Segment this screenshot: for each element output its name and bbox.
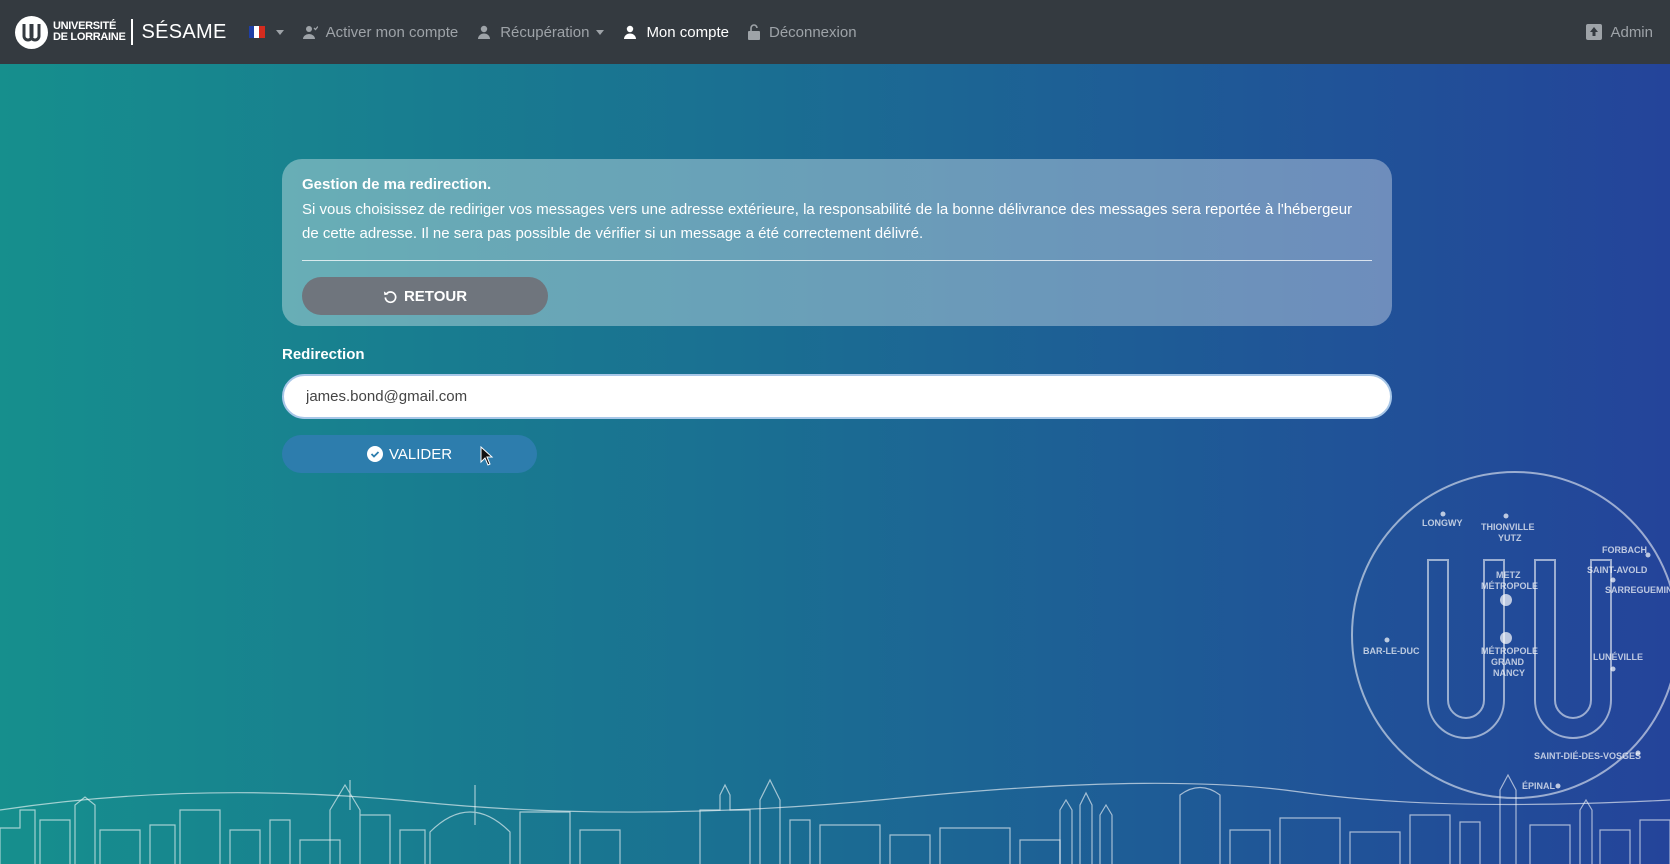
map-label-thionville: THIONVILLE: [1481, 522, 1535, 532]
user-check-icon: [302, 24, 318, 40]
map-label-luneville: LUNÉVILLE: [1593, 652, 1643, 662]
nav-recovery-dropdown[interactable]: Récupération: [476, 23, 605, 41]
map-label-saint-avold: SAINT-AVOLD: [1587, 565, 1648, 575]
unlock-icon: [747, 24, 761, 40]
mouse-cursor-icon: [480, 445, 494, 470]
nav-logout-label: Déconnexion: [768, 23, 857, 41]
submit-button-label: VALIDER: [388, 445, 453, 463]
map-label-sarreguemines: SARREGUEMINES: [1605, 585, 1670, 595]
nav-recovery-label: Récupération: [500, 23, 590, 41]
map-label-forbach: FORBACH: [1602, 545, 1647, 555]
chevron-down-icon: [596, 29, 605, 35]
map-label-saint-die: SAINT-DIÉ-DES-VOSGES: [1534, 751, 1641, 761]
card-title: Gestion de ma redirection.: [302, 176, 492, 193]
map-label-metz: METZ: [1496, 570, 1521, 580]
back-button[interactable]: RETOUR: [302, 277, 548, 315]
french-flag-icon: [248, 26, 265, 38]
app-title: SÉSAME: [141, 20, 227, 43]
redirection-info-card: Gestion de ma redirection. Si vous chois…: [282, 159, 1392, 326]
map-label-yutz: YUTZ: [1498, 533, 1522, 543]
top-navbar: UNIVERSITÉ DE LORRAINE SÉSAME Activer mo…: [0, 0, 1670, 64]
undo-icon: [383, 289, 398, 304]
nav-activate-label: Activer mon compte: [325, 23, 459, 41]
nav-admin-label: Admin: [1610, 23, 1653, 41]
university-line2: DE LORRAINE: [53, 31, 126, 43]
nav-my-account[interactable]: Mon compte: [622, 24, 729, 41]
submit-button[interactable]: VALIDER: [282, 435, 537, 473]
university-logo-icon: [15, 15, 48, 49]
map-label-bar-le-duc: BAR-LE-DUC: [1363, 646, 1420, 656]
map-label-longwy: LONGWY: [1422, 518, 1463, 528]
nav-logout[interactable]: Déconnexion: [747, 24, 857, 41]
redirection-label: Redirection: [282, 346, 365, 363]
nav-admin[interactable]: Admin: [1586, 0, 1653, 64]
cityscape-illustration: [0, 773, 1670, 864]
redirection-email-input[interactable]: [282, 374, 1392, 419]
user-icon: [622, 24, 638, 40]
map-label-grand: GRAND: [1491, 657, 1524, 667]
nav-menu: Activer mon compte Récupération Mon comp…: [248, 0, 875, 64]
upload-icon: [1586, 24, 1603, 40]
brand-separator: [131, 19, 134, 45]
card-description: Si vous choisissez de rediriger vos mess…: [302, 201, 1353, 242]
map-label-nancy: NANCY: [1493, 668, 1525, 678]
card-divider: [302, 260, 1372, 261]
chevron-down-icon: [275, 29, 284, 35]
university-name: UNIVERSITÉ DE LORRAINE: [53, 21, 126, 43]
check-circle-icon: [366, 446, 383, 462]
user-icon: [476, 24, 492, 40]
map-label-nancy-metropole: MÉTROPOLE: [1481, 646, 1538, 656]
language-dropdown[interactable]: [248, 26, 284, 38]
region-map-illustration: LONGWY THIONVILLE YUTZ FORBACH SAINT-AVO…: [1351, 471, 1670, 799]
map-label-metz-metropole: MÉTROPOLE: [1481, 581, 1538, 591]
nav-activate-account[interactable]: Activer mon compte: [302, 23, 459, 41]
back-button-label: RETOUR: [403, 287, 468, 305]
brand[interactable]: UNIVERSITÉ DE LORRAINE SÉSAME: [15, 0, 227, 64]
nav-account-label: Mon compte: [646, 23, 729, 41]
